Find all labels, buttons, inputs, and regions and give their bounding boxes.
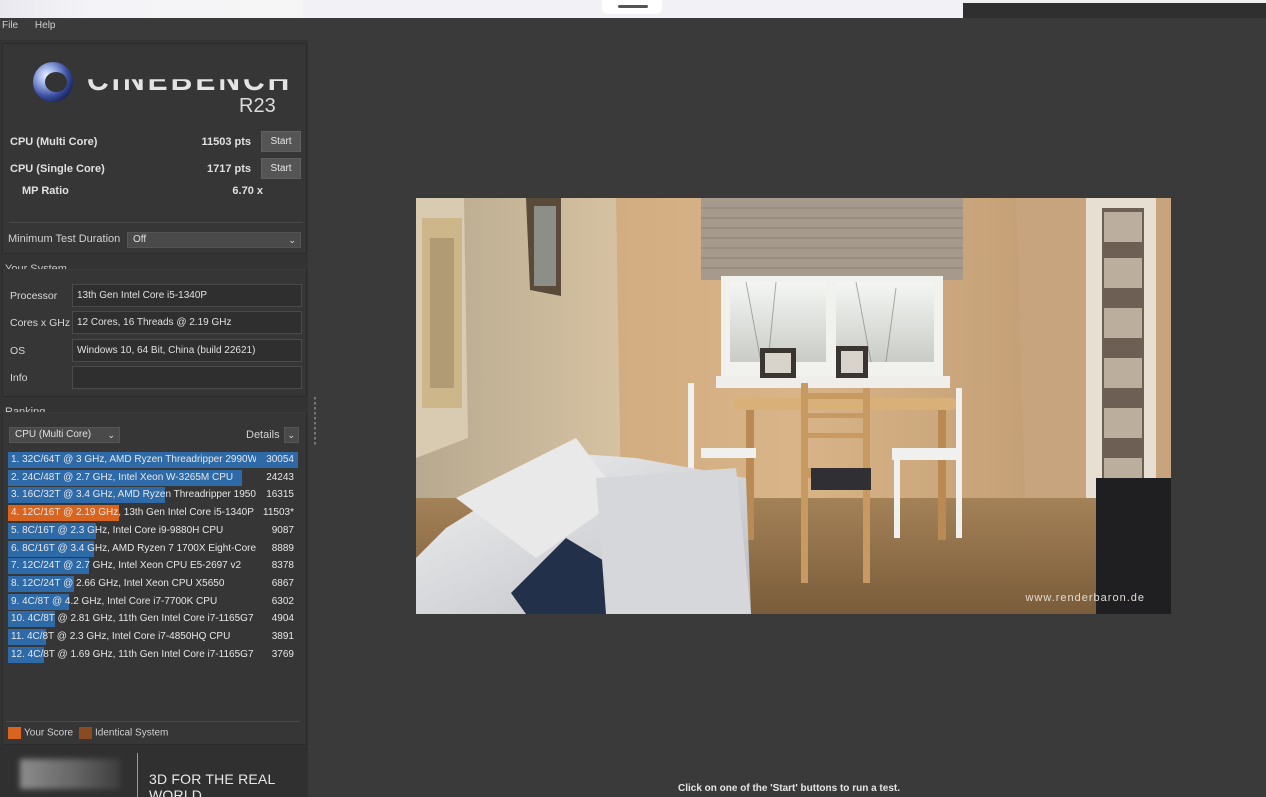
ranking-cpu-label: 9. 4C/8T @ 4.2 GHz, Intel Core i7-7700K … bbox=[11, 595, 218, 607]
multi-core-start-button[interactable]: Start bbox=[261, 131, 301, 152]
ranking-row[interactable]: 1. 32C/64T @ 3 GHz, AMD Ryzen Threadripp… bbox=[8, 452, 298, 468]
ranking-score: 8378 bbox=[271, 560, 294, 572]
chevron-down-icon: ⌄ bbox=[107, 430, 115, 440]
status-message: Click on one of the 'Start' buttons to r… bbox=[678, 783, 900, 794]
min-duration-select[interactable]: Off ⌄ bbox=[127, 232, 301, 248]
render-watermark: www.renderbaron.de bbox=[1025, 592, 1145, 604]
ranking-row[interactable]: 8. 12C/24T @ 2.66 GHz, Intel Xeon CPU X5… bbox=[8, 575, 298, 592]
ranking-row[interactable]: 5. 8C/16T @ 2.3 GHz, Intel Core i9-9880H… bbox=[8, 522, 298, 539]
footer-tagline: 3D FOR THE REAL WORLD bbox=[149, 771, 275, 797]
processor-label: Processor bbox=[10, 290, 58, 302]
os-label: OS bbox=[10, 345, 26, 357]
ranking-row[interactable]: 3. 16C/32T @ 3.4 GHz, AMD Ryzen Threadri… bbox=[8, 487, 298, 504]
title-strip bbox=[0, 0, 1266, 18]
single-core-score: 1717 pts bbox=[206, 163, 251, 175]
ranking-mode-select[interactable]: CPU (Multi Core) ⌄ bbox=[9, 427, 120, 443]
min-duration-label: Minimum Test Duration bbox=[8, 233, 121, 245]
maxon-logo-icon bbox=[20, 759, 120, 789]
ranking-row[interactable]: 7. 12C/24T @ 2.7 GHz, Intel Xeon CPU E5-… bbox=[8, 558, 298, 575]
cores-field: 12 Cores, 16 Threads @ 2.19 GHz bbox=[72, 311, 302, 334]
ranking-score: 4904 bbox=[271, 613, 294, 625]
ranking-score: 6867 bbox=[271, 577, 294, 589]
ranking-score: 30054 bbox=[266, 454, 294, 465]
system-box: Processor 13th Gen Intel Core i5-1340P C… bbox=[2, 269, 307, 397]
ranking-score: 24243 bbox=[266, 471, 294, 483]
ranking-cpu-label: 12. 4C/8T @ 1.69 GHz, 11th Gen Intel Cor… bbox=[11, 648, 254, 660]
identical-swatch bbox=[79, 727, 92, 739]
ranking-cpu-label: 2. 24C/48T @ 2.7 GHz, Intel Xeon W-3265M… bbox=[11, 471, 234, 483]
multi-core-label: CPU (Multi Core) bbox=[10, 136, 98, 148]
ranking-score: 8889 bbox=[271, 542, 294, 554]
details-label[interactable]: Details bbox=[246, 429, 280, 441]
window-edge-left bbox=[0, 0, 303, 18]
footer-brand: 3D FOR THE REAL WORLD bbox=[0, 745, 308, 797]
panel-resize-handle[interactable] bbox=[314, 397, 316, 447]
ranking-row[interactable]: 12. 4C/8T @ 1.69 GHz, 11th Gen Intel Cor… bbox=[8, 646, 298, 663]
legend-identical: Identical System bbox=[79, 727, 168, 739]
grip-icon bbox=[618, 5, 648, 8]
menu-help[interactable]: Help bbox=[35, 20, 56, 31]
drag-handle[interactable] bbox=[602, 0, 662, 14]
your-score-label: Your Score bbox=[24, 727, 74, 739]
render-preview: www.renderbaron.de bbox=[416, 198, 1171, 614]
details-toggle[interactable]: ⌄ bbox=[284, 427, 299, 443]
single-core-label: CPU (Single Core) bbox=[10, 163, 105, 175]
ranking-mode-value: CPU (Multi Core) bbox=[15, 429, 92, 440]
legend-your-score: Your Score bbox=[8, 727, 73, 739]
left-panel: CINEBENCH R23 CPU (Multi Core) 11503 pts… bbox=[0, 40, 308, 797]
room-scene-image bbox=[416, 198, 1171, 614]
ranking-cpu-label: 1. 32C/64T @ 3 GHz, AMD Ryzen Threadripp… bbox=[11, 454, 256, 465]
ranking-cpu-label: 7. 12C/24T @ 2.7 GHz, Intel Xeon CPU E5-… bbox=[11, 560, 242, 572]
test-box: CINEBENCH R23 CPU (Multi Core) 11503 pts… bbox=[2, 43, 307, 254]
ranking-row[interactable]: 10. 4C/8T @ 2.81 GHz, 11th Gen Intel Cor… bbox=[8, 611, 298, 628]
ranking-cpu-label: 6. 8C/16T @ 3.4 GHz, AMD Ryzen 7 1700X E… bbox=[11, 542, 256, 554]
ranking-score: 11503* bbox=[263, 507, 294, 519]
logo-wordmark: CINEBENCH bbox=[87, 64, 293, 97]
ranking-score: 3891 bbox=[271, 631, 294, 642]
processor-field: 13th Gen Intel Core i5-1340P bbox=[72, 284, 302, 307]
ranking-cpu-label: 11. 4C/8T @ 2.3 GHz, Intel Core i7-4850H… bbox=[11, 631, 231, 642]
ranking-score: 9087 bbox=[271, 524, 294, 536]
logo-version: R23 bbox=[239, 95, 276, 117]
info-label: Info bbox=[10, 372, 28, 384]
menu-file[interactable]: File bbox=[2, 20, 18, 31]
ranking-row[interactable]: 2. 24C/48T @ 2.7 GHz, Intel Xeon W-3265M… bbox=[8, 469, 298, 486]
ranking-row[interactable]: 6. 8C/16T @ 3.4 GHz, AMD Ryzen 7 1700X E… bbox=[8, 540, 298, 557]
ranking-score: 6302 bbox=[271, 595, 294, 607]
chevron-down-icon: ⌄ bbox=[287, 430, 295, 440]
window-edge-right bbox=[963, 0, 1266, 3]
info-field[interactable] bbox=[72, 366, 302, 389]
ranking-score: 3769 bbox=[271, 648, 294, 660]
cores-label: Cores x GHz bbox=[10, 317, 71, 329]
divider bbox=[6, 721, 300, 722]
single-core-start-button[interactable]: Start bbox=[261, 158, 301, 179]
ranking-row[interactable]: 11. 4C/8T @ 2.3 GHz, Intel Core i7-4850H… bbox=[8, 629, 298, 645]
ranking-cpu-label: 10. 4C/8T @ 2.81 GHz, 11th Gen Intel Cor… bbox=[11, 613, 254, 625]
identical-label: Identical System bbox=[95, 727, 169, 739]
your-score-swatch bbox=[8, 727, 21, 739]
ranking-row[interactable]: 9. 4C/8T @ 4.2 GHz, Intel Core i7-7700K … bbox=[8, 593, 298, 610]
ranking-cpu-label: 8. 12C/24T @ 2.66 GHz, Intel Xeon CPU X5… bbox=[11, 577, 225, 589]
ranking-row-your-score[interactable]: 4. 12C/16T @ 2.19 GHz, 13th Gen Intel Co… bbox=[8, 505, 298, 522]
ranking-cpu-label: 4. 12C/16T @ 2.19 GHz, 13th Gen Intel Co… bbox=[11, 507, 254, 519]
os-field: Windows 10, 64 Bit, China (build 22621) bbox=[72, 339, 302, 362]
ranking-cpu-label: 3. 16C/32T @ 3.4 GHz, AMD Ryzen Threadri… bbox=[11, 489, 256, 501]
ranking-cpu-label: 5. 8C/16T @ 2.3 GHz, Intel Core i9-9880H… bbox=[11, 524, 224, 536]
menu-bar: File Help bbox=[2, 20, 69, 31]
divider bbox=[9, 222, 303, 223]
ranking-score: 16315 bbox=[266, 489, 294, 501]
footer-separator bbox=[137, 753, 138, 797]
chevron-down-icon: ⌄ bbox=[288, 235, 296, 245]
mp-ratio-label: MP Ratio bbox=[22, 185, 69, 197]
min-duration-value: Off bbox=[133, 234, 147, 245]
mp-ratio-value: 6.70 x bbox=[232, 185, 263, 197]
multi-core-score: 11503 pts bbox=[201, 136, 251, 148]
cinebench-logo-icon bbox=[33, 62, 73, 102]
